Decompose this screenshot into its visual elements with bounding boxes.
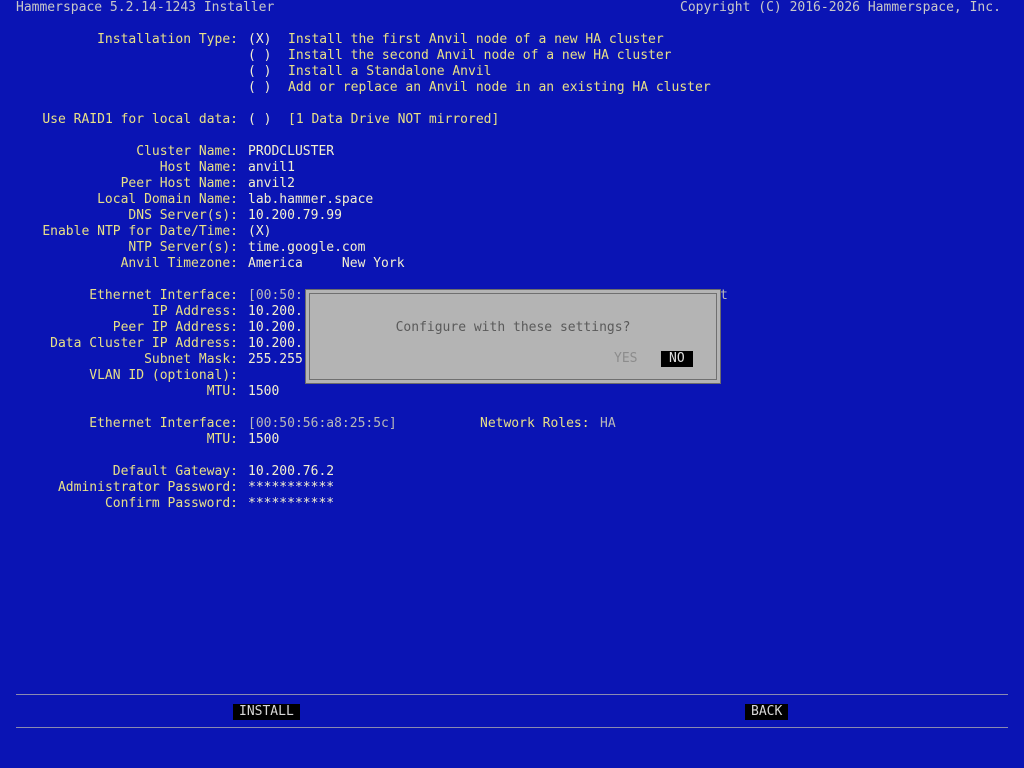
- install-type-option-2[interactable]: Install the second Anvil node of a new H…: [288, 48, 672, 64]
- install-type-radio-1[interactable]: (X): [248, 32, 271, 48]
- confirm-dialog: Configure with these settings? YES NO: [305, 289, 721, 384]
- peer-ip-address-label: Peer IP Address:: [112, 320, 238, 335]
- installation-type-label: Installation Type:: [97, 32, 238, 47]
- vlan-id-label: VLAN ID (optional):: [89, 368, 238, 383]
- footer-divider-top: [16, 694, 1008, 695]
- ip-address-field[interactable]: 10.200.: [248, 304, 303, 320]
- ethernet-interface-1-label: Ethernet Interface:: [89, 288, 238, 303]
- peer-ip-address-field[interactable]: 10.200.: [248, 320, 303, 336]
- data-cluster-ip-label: Data Cluster IP Address:: [50, 336, 238, 351]
- ethernet-interface-1-field[interactable]: [00:50:: [248, 288, 303, 304]
- enable-ntp-checkbox[interactable]: (X): [248, 224, 271, 240]
- admin-password-label: Administrator Password:: [57, 480, 238, 495]
- ethernet-interface-2-field[interactable]: [00:50:56:a8:25:5c]: [248, 416, 397, 432]
- install-type-radio-4[interactable]: ( ): [248, 80, 271, 96]
- admin-password-field[interactable]: ***********: [248, 480, 334, 496]
- timezone-field[interactable]: America New York: [248, 256, 405, 272]
- footer-divider-bottom: [16, 727, 1008, 728]
- raid-note: [1 Data Drive NOT mirrored]: [288, 112, 500, 127]
- mtu-2-label: MTU:: [206, 432, 238, 447]
- ethernet-interface-2-label: Ethernet Interface:: [89, 416, 238, 431]
- install-button[interactable]: INSTALL: [233, 704, 300, 720]
- install-type-option-1[interactable]: Install the first Anvil node of a new HA…: [288, 32, 664, 48]
- install-type-radio-2[interactable]: ( ): [248, 48, 271, 64]
- cluster-name-field[interactable]: PRODCLUSTER: [248, 144, 334, 160]
- ntp-servers-label: NTP Server(s):: [128, 240, 238, 255]
- ip-address-label: IP Address:: [151, 304, 238, 319]
- host-name-field[interactable]: anvil1: [248, 160, 295, 176]
- install-type-radio-3[interactable]: ( ): [248, 64, 271, 80]
- install-type-option-3[interactable]: Install a Standalone Anvil: [288, 64, 492, 80]
- ethernet-interface-1-trail: t: [720, 288, 728, 303]
- local-domain-label: Local Domain Name:: [97, 192, 238, 207]
- window-title: Hammerspace 5.2.14-1243 Installer: [16, 0, 275, 15]
- install-type-option-4[interactable]: Add or replace an Anvil node in an exist…: [288, 80, 711, 96]
- copyright-text: Copyright (C) 2016-2026 Hammerspace, Inc…: [680, 0, 1001, 15]
- network-roles-label: Network Roles:: [480, 416, 590, 431]
- default-gateway-field[interactable]: 10.200.76.2: [248, 464, 334, 480]
- cluster-name-label: Cluster Name:: [136, 144, 238, 159]
- confirm-password-field[interactable]: ***********: [248, 496, 334, 512]
- dns-servers-label: DNS Server(s):: [128, 208, 238, 223]
- mtu-2-field[interactable]: 1500: [248, 432, 279, 448]
- subnet-mask-label: Subnet Mask:: [144, 352, 238, 367]
- local-domain-field[interactable]: lab.hammer.space: [248, 192, 373, 208]
- subnet-mask-field[interactable]: 255.255: [248, 352, 303, 368]
- enable-ntp-label: Enable NTP for Date/Time:: [42, 224, 238, 239]
- no-button[interactable]: NO: [661, 351, 693, 367]
- timezone-label: Anvil Timezone:: [120, 256, 238, 271]
- confirm-password-label: Confirm Password:: [104, 496, 238, 511]
- network-roles-field[interactable]: HA: [600, 416, 616, 432]
- mtu-1-label: MTU:: [206, 384, 238, 399]
- default-gateway-label: Default Gateway:: [112, 464, 238, 479]
- yes-button[interactable]: YES: [614, 351, 637, 367]
- ntp-servers-field[interactable]: time.google.com: [248, 240, 365, 256]
- raid-checkbox[interactable]: ( ): [248, 112, 271, 128]
- peer-host-name-field[interactable]: anvil2: [248, 176, 295, 192]
- peer-host-name-label: Peer Host Name:: [120, 176, 238, 191]
- host-name-label: Host Name:: [159, 160, 238, 175]
- raid-label: Use RAID1 for local data:: [42, 112, 238, 127]
- data-cluster-ip-field[interactable]: 10.200.: [248, 336, 303, 352]
- confirm-dialog-message: Configure with these settings?: [395, 320, 631, 335]
- dns-servers-field[interactable]: 10.200.79.99: [248, 208, 342, 224]
- mtu-1-field[interactable]: 1500: [248, 384, 279, 400]
- confirm-dialog-frame: [309, 293, 717, 380]
- back-button[interactable]: BACK: [745, 704, 789, 720]
